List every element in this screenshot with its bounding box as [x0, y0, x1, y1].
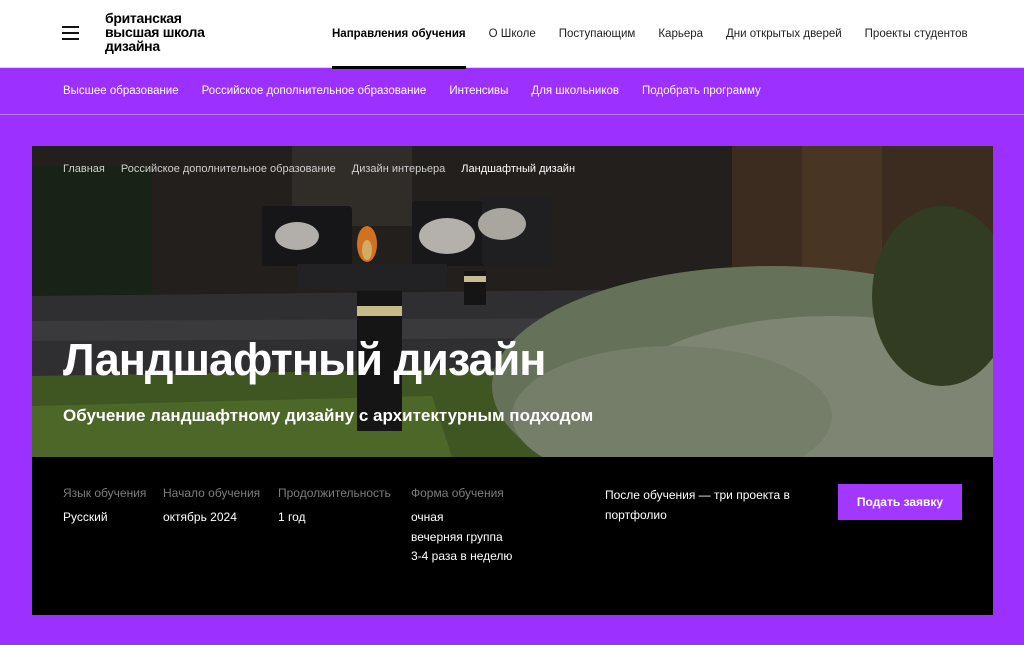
detail-duration: Продолжительность 1 год: [278, 486, 391, 528]
nav-item-open-days[interactable]: Дни открытых дверей: [726, 0, 842, 68]
breadcrumb: Главная Российское дополнительное образо…: [63, 163, 591, 175]
course-details: Язык обучения Русский Начало обучения ок…: [32, 457, 993, 615]
subnav-item-higher-education[interactable]: Высшее образование: [63, 69, 179, 114]
detail-value: очная вечерняя группа 3-4 раза в неделю: [411, 508, 512, 567]
main-nav: Направления обучения О Школе Поступающим…: [332, 0, 991, 69]
logo-line: британская: [105, 10, 182, 26]
detail-value: Русский: [63, 510, 108, 524]
sub-nav: Высшее образование Российское дополнител…: [0, 69, 1024, 115]
page-title: Ландшафтный дизайн: [63, 334, 546, 385]
subnav-item-intensives[interactable]: Интенсивы: [449, 69, 508, 114]
breadcrumb-home[interactable]: Главная: [63, 163, 105, 175]
detail-label: Язык обучения: [63, 486, 147, 500]
format-line: очная: [411, 510, 444, 524]
apply-button[interactable]: Подать заявку: [838, 484, 962, 520]
detail-value: 1 год: [278, 510, 306, 524]
detail-label: Начало обучения: [163, 486, 261, 500]
detail-label: Форма обучения: [411, 486, 504, 500]
detail-value: октябрь 2024: [163, 510, 237, 524]
site-header: британская высшая школа дизайна Направле…: [0, 0, 1024, 69]
breadcrumb-interior-design[interactable]: Дизайн интерьера: [352, 163, 445, 175]
format-line: вечерняя группа: [411, 529, 503, 544]
nav-item-about[interactable]: О Школе: [489, 0, 536, 68]
hero-banner: Главная Российское дополнительное образо…: [32, 146, 993, 457]
logo-line: дизайна: [105, 38, 160, 54]
detail-label: Продолжительность: [278, 486, 391, 500]
nav-item-applicants[interactable]: Поступающим: [559, 0, 636, 68]
detail-language: Язык обучения Русский: [63, 486, 146, 528]
logo[interactable]: британская высшая школа дизайна: [105, 11, 235, 53]
logo-line: высшая школа: [105, 24, 205, 40]
breadcrumb-current: Ландшафтный дизайн: [461, 163, 576, 175]
nav-item-career[interactable]: Карьера: [658, 0, 703, 68]
nav-item-directions[interactable]: Направления обучения: [332, 0, 466, 69]
after-course-note: После обучения — три проекта в портфолио: [605, 488, 790, 522]
subnav-item-russian-additional[interactable]: Российское дополнительное образование: [202, 69, 427, 114]
detail-start: Начало обучения октябрь 2024: [163, 486, 260, 528]
menu-icon[interactable]: [62, 26, 79, 40]
breadcrumb-russian-additional[interactable]: Российское дополнительное образование: [121, 163, 336, 175]
page-subtitle: Обучение ландшафтному дизайну с архитект…: [63, 406, 594, 425]
subnav-item-choose-program[interactable]: Подобрать программу: [642, 69, 761, 114]
detail-format: Форма обучения очная вечерняя группа 3-4…: [411, 486, 512, 567]
nav-item-student-projects[interactable]: Проекты студентов: [865, 0, 968, 68]
subnav-item-schoolchildren[interactable]: Для школьников: [531, 69, 619, 114]
format-line: 3-4 раза в неделю: [411, 549, 513, 563]
